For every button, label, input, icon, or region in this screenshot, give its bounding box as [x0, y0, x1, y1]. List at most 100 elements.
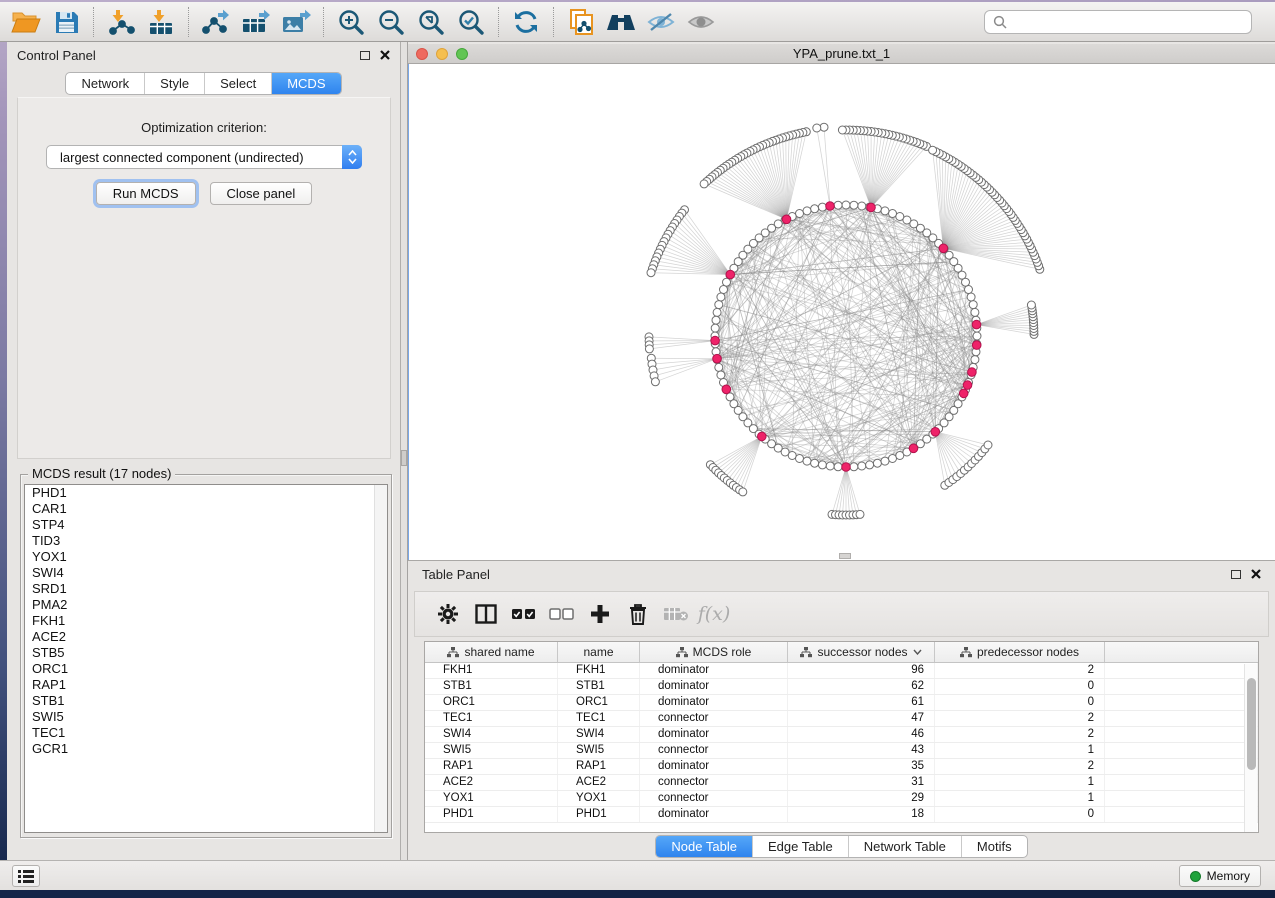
mcds-result-title: MCDS result (17 nodes) — [28, 466, 175, 481]
tab-mcds[interactable]: MCDS — [271, 73, 340, 94]
tab-style[interactable]: Style — [144, 73, 204, 94]
table-row[interactable]: STB1STB1dominator620 — [425, 679, 1258, 695]
mcds-result-list[interactable]: PHD1CAR1STP4TID3YOX1SWI4SRD1PMA2FKH1ACE2… — [24, 484, 388, 833]
mcds-result-item[interactable]: ORC1 — [25, 661, 387, 677]
refresh-button[interactable] — [506, 5, 546, 39]
table-cell: FKH1 — [425, 663, 558, 678]
zoom-in-button[interactable] — [331, 5, 371, 39]
table-row[interactable]: SWI5SWI5connector431 — [425, 743, 1258, 759]
mcds-result-item[interactable]: TID3 — [25, 533, 387, 549]
column-header-name[interactable]: name — [558, 642, 640, 662]
hide-eye-button[interactable] — [641, 5, 681, 39]
column-header-mcds-role[interactable]: MCDS role — [640, 642, 788, 662]
splitter-grip[interactable] — [401, 450, 407, 466]
search-icon — [993, 15, 1007, 29]
mcds-result-item[interactable]: PHD1 — [25, 485, 387, 501]
mcds-result-item[interactable]: YOX1 — [25, 549, 387, 565]
table-cell — [1105, 775, 1258, 790]
table-cell: 2 — [935, 759, 1105, 774]
save-session-button[interactable] — [46, 5, 86, 39]
mcds-result-item[interactable]: SWI5 — [25, 709, 387, 725]
export-image-button[interactable] — [276, 5, 316, 39]
deselect-all-button[interactable] — [543, 595, 581, 633]
search-input[interactable] — [1013, 14, 1243, 30]
table-settings-button[interactable] — [429, 595, 467, 633]
show-column-button[interactable] — [467, 595, 505, 633]
import-network-button[interactable] — [101, 5, 141, 39]
network-canvas[interactable] — [408, 64, 1275, 560]
tab-network[interactable]: Network — [66, 73, 144, 94]
table-cell: 0 — [935, 695, 1105, 710]
export-network-button[interactable] — [196, 5, 236, 39]
tab-node-table[interactable]: Node Table — [656, 836, 752, 857]
table-cell: dominator — [640, 727, 788, 742]
list-scrollbar[interactable] — [374, 485, 387, 832]
refresh-icon — [512, 9, 540, 35]
mcds-result-item[interactable]: CAR1 — [25, 501, 387, 517]
delete-column-button[interactable] — [619, 595, 657, 633]
chevron-down-icon[interactable] — [913, 649, 922, 655]
mcds-result-item[interactable]: STB1 — [25, 693, 387, 709]
table-row[interactable]: TEC1TEC1connector472 — [425, 711, 1258, 727]
search-network-button[interactable] — [601, 5, 641, 39]
network-window-title: YPA_prune.txt_1 — [408, 46, 1275, 61]
select-all-button[interactable] — [505, 595, 543, 633]
table-row[interactable]: ORC1ORC1dominator610 — [425, 695, 1258, 711]
table-scrollbar[interactable] — [1244, 664, 1257, 833]
show-eye-button[interactable] — [681, 5, 721, 39]
export-table-button[interactable] — [236, 5, 276, 39]
table-row[interactable]: ACE2ACE2connector311 — [425, 775, 1258, 791]
close-panel-icon[interactable] — [1251, 569, 1261, 579]
mcds-result-item[interactable]: TEC1 — [25, 725, 387, 741]
zoom-fit-button[interactable] — [411, 5, 451, 39]
criterion-dropdown[interactable]: largest connected component (undirected) — [46, 145, 362, 169]
node-table[interactable]: shared name name MCDS role successor nod… — [424, 641, 1259, 833]
table-row[interactable]: PHD1PHD1dominator180 — [425, 807, 1258, 823]
mcds-result-item[interactable]: PMA2 — [25, 597, 387, 613]
mcds-result-item[interactable]: GCR1 — [25, 741, 387, 757]
add-column-button[interactable] — [581, 595, 619, 633]
table-cell: SWI4 — [558, 727, 640, 742]
float-panel-icon[interactable] — [1231, 570, 1241, 579]
network-search-field[interactable] — [984, 10, 1252, 34]
mcds-result-item[interactable]: ACE2 — [25, 629, 387, 645]
tab-select[interactable]: Select — [204, 73, 271, 94]
run-mcds-button[interactable]: Run MCDS — [96, 182, 196, 205]
open-file-button[interactable] — [6, 5, 46, 39]
horizontal-splitter-grip[interactable] — [839, 553, 851, 559]
mcds-result-item[interactable]: SWI4 — [25, 565, 387, 581]
mcds-result-item[interactable]: SRD1 — [25, 581, 387, 597]
tab-edge-table[interactable]: Edge Table — [752, 836, 848, 857]
table-row[interactable]: RAP1RAP1dominator352 — [425, 759, 1258, 775]
column-header-shared-name[interactable]: shared name — [425, 642, 558, 662]
mcds-result-item[interactable]: STB5 — [25, 645, 387, 661]
close-panel-icon[interactable] — [380, 50, 390, 60]
vertical-splitter[interactable] — [401, 42, 408, 860]
delete-table-button[interactable] — [657, 595, 695, 633]
import-table-button[interactable] — [141, 5, 181, 39]
table-cell — [1105, 679, 1258, 694]
table-row[interactable]: SWI4SWI4dominator462 — [425, 727, 1258, 743]
zoom-out-button[interactable] — [371, 5, 411, 39]
table-cell: 29 — [788, 791, 935, 806]
memory-button[interactable]: Memory — [1179, 865, 1261, 887]
float-panel-icon[interactable] — [360, 51, 370, 60]
mcds-result-item[interactable]: STP4 — [25, 517, 387, 533]
function-builder-button[interactable]: f(x) — [695, 595, 733, 633]
zoom-selected-button[interactable] — [451, 5, 491, 39]
column-header-predecessor-nodes[interactable]: predecessor nodes — [935, 642, 1105, 662]
tab-network-table[interactable]: Network Table — [848, 836, 961, 857]
mcds-result-item[interactable]: FKH1 — [25, 613, 387, 629]
tab-motifs[interactable]: Motifs — [961, 836, 1027, 857]
task-history-button[interactable] — [12, 865, 40, 887]
mcds-result-item[interactable]: RAP1 — [25, 677, 387, 693]
table-row[interactable]: FKH1FKH1dominator962 — [425, 663, 1258, 679]
close-panel-button[interactable]: Close panel — [210, 182, 313, 205]
network-graph[interactable] — [409, 64, 1275, 558]
table-cell: YOX1 — [558, 791, 640, 806]
network-window-titlebar[interactable]: YPA_prune.txt_1 — [408, 44, 1275, 64]
scrollbar-thumb[interactable] — [1247, 678, 1256, 770]
duplicate-network-button[interactable] — [561, 5, 601, 39]
column-header-successor-nodes[interactable]: successor nodes — [788, 642, 935, 662]
table-row[interactable]: YOX1YOX1connector291 — [425, 791, 1258, 807]
